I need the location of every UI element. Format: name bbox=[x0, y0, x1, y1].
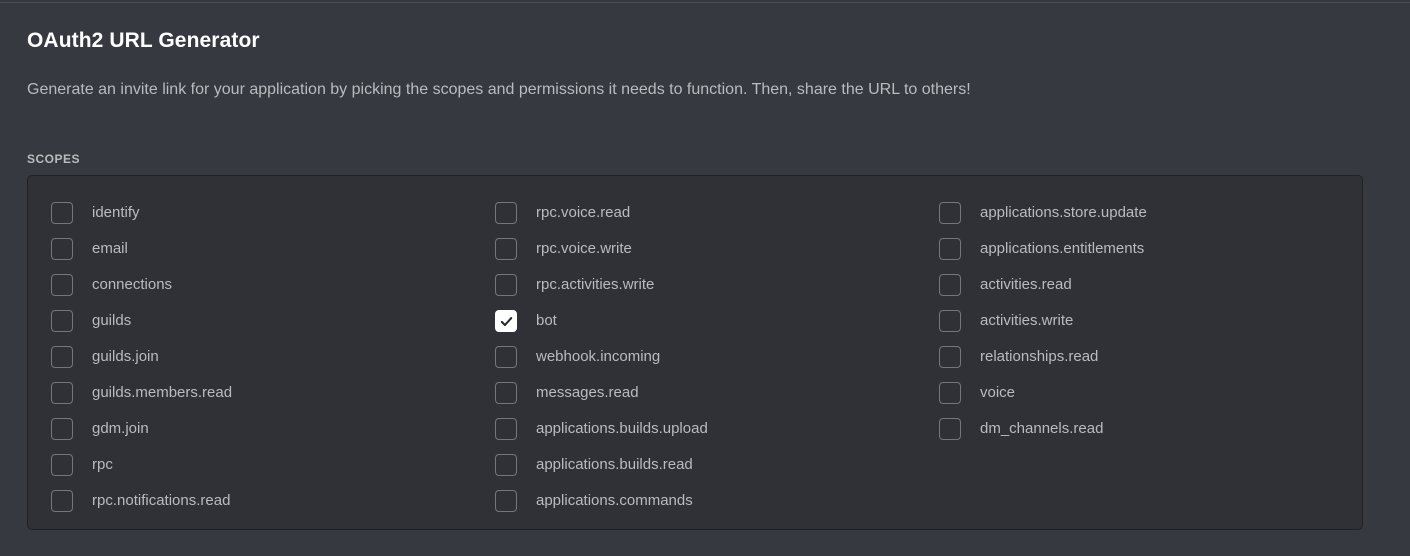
checkbox-icon[interactable] bbox=[939, 274, 961, 296]
checkbox-icon[interactable] bbox=[51, 310, 73, 332]
scope-label: messages.read bbox=[536, 384, 639, 401]
scope-item[interactable]: guilds.members.read bbox=[51, 375, 495, 411]
scope-item[interactable]: applications.builds.upload bbox=[495, 411, 939, 447]
checkbox-icon[interactable] bbox=[51, 202, 73, 224]
checkbox-icon[interactable] bbox=[939, 382, 961, 404]
scope-item[interactable]: bot bbox=[495, 303, 939, 339]
checkbox-icon[interactable] bbox=[51, 346, 73, 368]
checkbox-icon[interactable] bbox=[495, 418, 517, 440]
checkbox-icon[interactable] bbox=[495, 490, 517, 512]
scope-label: dm_channels.read bbox=[980, 420, 1104, 437]
scope-item[interactable]: identify bbox=[51, 195, 495, 231]
checkbox-icon[interactable] bbox=[51, 274, 73, 296]
scope-label: applications.commands bbox=[536, 492, 693, 509]
scope-label: rpc.voice.read bbox=[536, 204, 631, 221]
scope-item[interactable]: applications.commands bbox=[495, 483, 939, 519]
page-description: Generate an invite link for your applica… bbox=[27, 81, 971, 98]
checkbox-icon[interactable] bbox=[51, 382, 73, 404]
scope-item[interactable]: guilds bbox=[51, 303, 495, 339]
scope-item[interactable]: gdm.join bbox=[51, 411, 495, 447]
scope-item[interactable]: relationships.read bbox=[939, 339, 1383, 375]
scope-label: applications.store.update bbox=[980, 204, 1147, 221]
scope-label: webhook.incoming bbox=[536, 348, 661, 365]
checkbox-icon[interactable] bbox=[51, 418, 73, 440]
scope-item[interactable]: rpc.activities.write bbox=[495, 267, 939, 303]
scope-item[interactable]: activities.write bbox=[939, 303, 1383, 339]
page-title: OAuth2 URL Generator bbox=[27, 29, 260, 52]
scopes-panel: identify email connections guilds guilds.joi… bbox=[27, 175, 1363, 530]
checkbox-icon[interactable] bbox=[51, 490, 73, 512]
scope-item[interactable]: applications.entitlements bbox=[939, 231, 1383, 267]
scope-item[interactable]: applications.store.update bbox=[939, 195, 1383, 231]
scope-label: rpc.activities.write bbox=[536, 276, 655, 293]
scopes-section-label: SCOPES bbox=[27, 152, 81, 166]
scope-label: voice bbox=[980, 384, 1016, 401]
scope-label: connections bbox=[92, 276, 173, 293]
checkbox-icon[interactable] bbox=[939, 310, 961, 332]
checkbox-icon[interactable] bbox=[495, 454, 517, 476]
scope-label: applications.builds.upload bbox=[536, 420, 708, 437]
scope-label: applications.builds.read bbox=[536, 456, 693, 473]
scope-item[interactable]: rpc bbox=[51, 447, 495, 483]
checkbox-icon[interactable] bbox=[939, 346, 961, 368]
scope-item[interactable]: email bbox=[51, 231, 495, 267]
scope-label: guilds.members.read bbox=[92, 384, 233, 401]
checkbox-icon[interactable] bbox=[939, 238, 961, 260]
scope-item[interactable]: guilds.join bbox=[51, 339, 495, 375]
scope-item[interactable]: applications.builds.read bbox=[495, 447, 939, 483]
scope-item[interactable]: voice bbox=[939, 375, 1383, 411]
scope-label: guilds bbox=[92, 312, 132, 329]
oauth2-url-generator-page: OAuth2 URL Generator Generate an invite … bbox=[0, 0, 1410, 530]
checkbox-icon[interactable] bbox=[495, 274, 517, 296]
checkbox-checked-icon[interactable] bbox=[495, 310, 517, 332]
checkbox-icon[interactable] bbox=[51, 454, 73, 476]
check-icon bbox=[500, 316, 512, 326]
scope-item[interactable]: dm_channels.read bbox=[939, 411, 1383, 447]
scope-item[interactable]: connections bbox=[51, 267, 495, 303]
scope-item[interactable]: webhook.incoming bbox=[495, 339, 939, 375]
scope-item[interactable]: activities.read bbox=[939, 267, 1383, 303]
scope-label: gdm.join bbox=[92, 420, 149, 437]
scope-label: rpc bbox=[92, 456, 113, 473]
checkbox-icon[interactable] bbox=[51, 238, 73, 260]
checkbox-icon[interactable] bbox=[495, 202, 517, 224]
scopes-grid: identify email connections guilds guilds.joi… bbox=[51, 195, 1362, 519]
scope-label: email bbox=[92, 240, 128, 257]
scope-label: identify bbox=[92, 204, 140, 221]
scope-item[interactable]: rpc.notifications.read bbox=[51, 483, 495, 519]
top-divider bbox=[0, 2, 1410, 3]
scope-item[interactable]: rpc.voice.read bbox=[495, 195, 939, 231]
scope-label: relationships.read bbox=[980, 348, 1099, 365]
checkbox-icon[interactable] bbox=[495, 238, 517, 260]
scope-label: activities.read bbox=[980, 276, 1072, 293]
scope-label: guilds.join bbox=[92, 348, 159, 365]
scope-label: rpc.voice.write bbox=[536, 240, 632, 257]
scope-label: rpc.notifications.read bbox=[92, 492, 231, 509]
checkbox-icon[interactable] bbox=[495, 382, 517, 404]
checkbox-icon[interactable] bbox=[495, 346, 517, 368]
scope-label: applications.entitlements bbox=[980, 240, 1145, 257]
scope-item[interactable]: messages.read bbox=[495, 375, 939, 411]
checkbox-icon[interactable] bbox=[939, 202, 961, 224]
scope-label: bot bbox=[536, 312, 557, 329]
scope-item[interactable]: rpc.voice.write bbox=[495, 231, 939, 267]
checkbox-icon[interactable] bbox=[939, 418, 961, 440]
scope-label: activities.write bbox=[980, 312, 1074, 329]
